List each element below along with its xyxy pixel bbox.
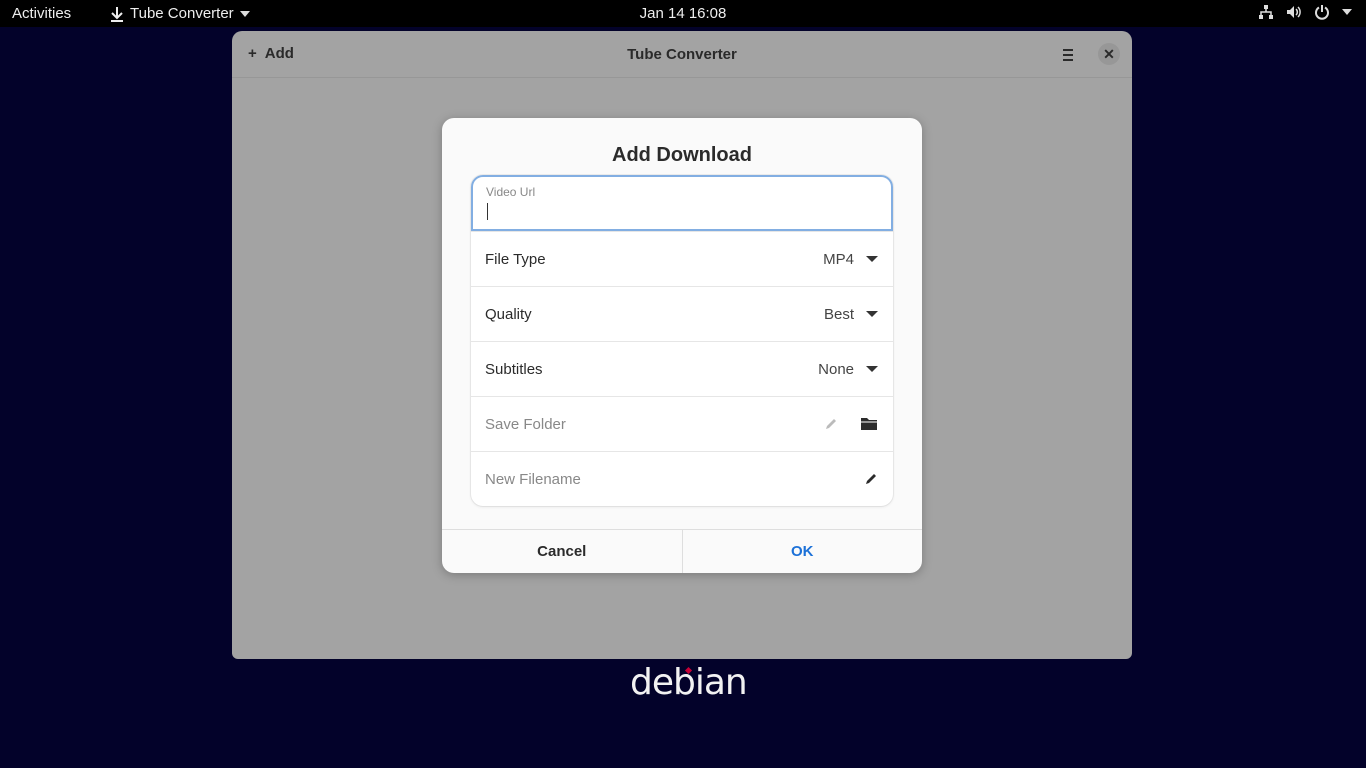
video-url-input[interactable]: Video Url [471, 175, 893, 231]
dropdown-arrow-icon [866, 311, 878, 317]
close-icon: ✕ [1103, 45, 1115, 62]
header-bar: + Add Tube Converter ✕ [232, 31, 1132, 78]
cancel-button[interactable]: Cancel [442, 530, 682, 573]
save-folder-row: Save Folder [471, 396, 893, 451]
new-filename-label: New Filename [485, 470, 581, 488]
network-icon [1259, 5, 1273, 19]
file-type-value: MP4 [823, 250, 854, 268]
power-icon [1315, 5, 1329, 20]
file-type-dropdown[interactable]: MP4 [823, 251, 878, 268]
pencil-icon[interactable] [864, 472, 878, 486]
quality-value: Best [823, 305, 854, 323]
quality-dropdown[interactable]: Best [824, 306, 878, 323]
subtitles-dropdown[interactable]: None [818, 361, 878, 378]
quality-label: Quality [485, 305, 532, 323]
clock[interactable]: Jan 14 16:08 [633, 5, 733, 22]
ok-button[interactable]: OK [681, 530, 923, 573]
app-menu[interactable]: Tube Converter [110, 5, 250, 22]
system-menu[interactable] [1258, 4, 1352, 20]
debian-logo: debian [630, 662, 748, 703]
dropdown-arrow-icon [866, 256, 878, 262]
volume-icon [1287, 6, 1301, 18]
hamburger-menu-icon[interactable] [1058, 45, 1078, 65]
video-url-label: Video Url [486, 185, 536, 199]
save-folder-label: Save Folder [485, 415, 566, 433]
subtitles-row[interactable]: Subtitles None [471, 341, 893, 396]
file-type-row[interactable]: File Type MP4 [471, 231, 893, 286]
subtitles-value: None [818, 360, 854, 378]
subtitles-label: Subtitles [485, 360, 543, 378]
folder-icon[interactable] [860, 416, 878, 432]
pencil-icon [826, 419, 836, 429]
add-download-dialog: Add Download Video Url File Type MP4 Qua… [442, 118, 922, 573]
file-type-label: File Type [485, 250, 546, 268]
app-menu-label: Tube Converter [130, 5, 234, 22]
window-title: Tube Converter [627, 46, 737, 63]
chevron-down-icon [1342, 9, 1352, 15]
close-button[interactable]: ✕ [1098, 43, 1120, 65]
dropdown-arrow-icon [866, 366, 878, 372]
chevron-down-icon [239, 10, 250, 17]
quality-row[interactable]: Quality Best [471, 286, 893, 341]
dialog-footer: Cancel OK [442, 529, 922, 573]
activities-button[interactable]: Activities [12, 5, 71, 22]
download-icon [111, 6, 123, 22]
new-filename-row: New Filename [471, 451, 893, 506]
dialog-title: Add Download [612, 144, 752, 166]
text-cursor [487, 203, 488, 220]
top-bar: Activities Tube Converter Jan 14 16:08 [0, 0, 1366, 27]
options-list: Video Url File Type MP4 Quality Best Sub… [471, 175, 893, 506]
